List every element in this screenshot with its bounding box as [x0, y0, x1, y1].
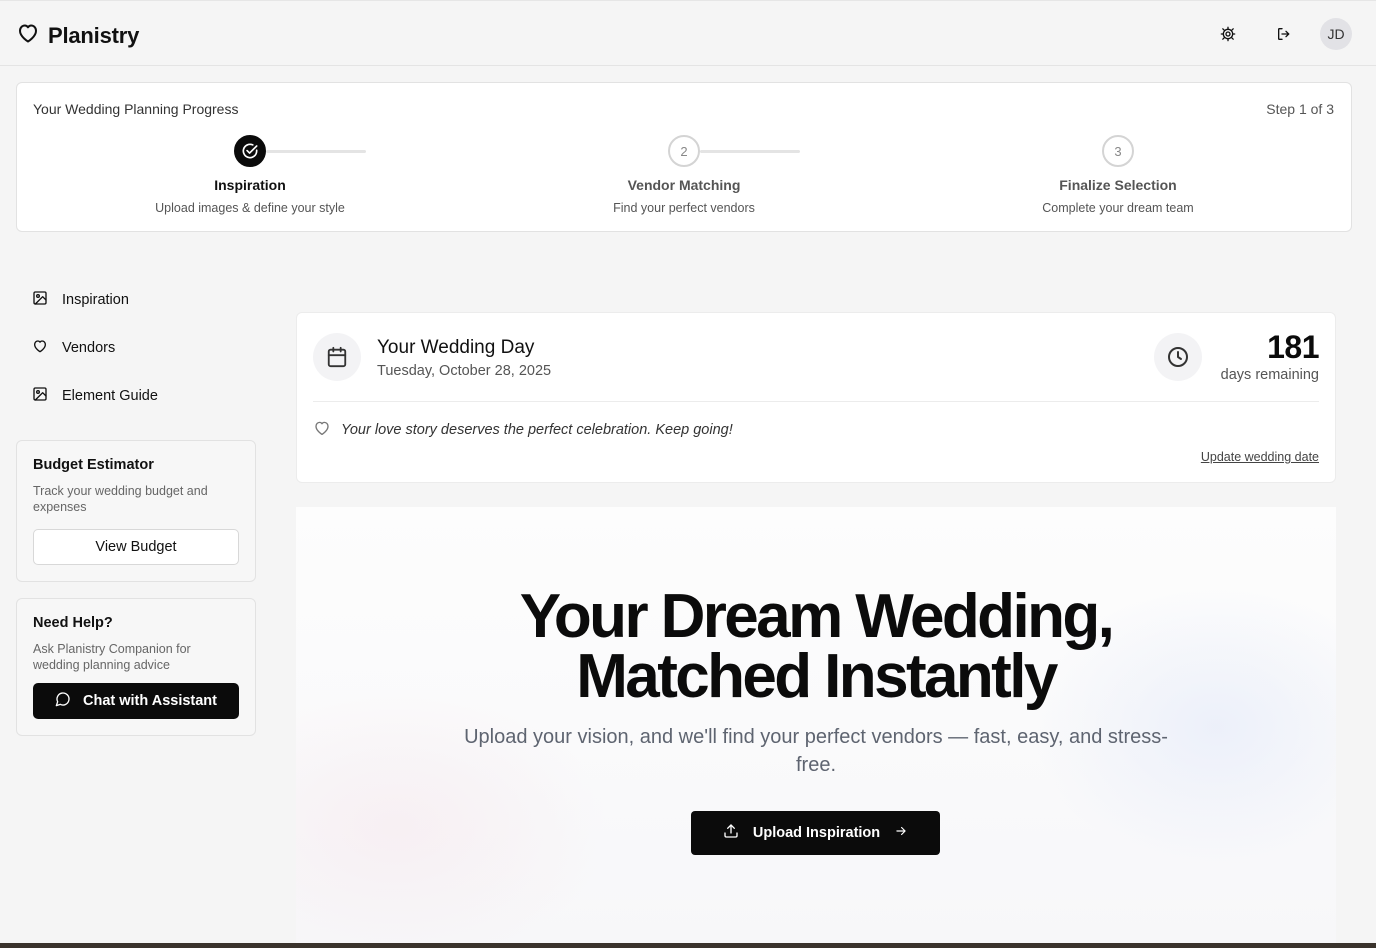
help-desc: Ask Planistry Companion for wedding plan… [33, 642, 191, 672]
budget-card: Budget Estimator Track your wedding budg… [16, 440, 256, 582]
step-number: 2 [668, 135, 700, 167]
arrow-right-icon [894, 824, 908, 842]
upload-icon [723, 823, 739, 843]
step-connector [266, 150, 366, 153]
hero-title-line: Matched Instantly [576, 642, 1058, 711]
step-title: Inspiration [214, 177, 286, 193]
check-circle-icon [234, 135, 266, 167]
sidebar-item-label: Inspiration [62, 292, 129, 308]
heart-icon [313, 419, 331, 441]
chat-assistant-button[interactable]: Chat with Assistant [33, 683, 239, 719]
image-icon [32, 290, 48, 310]
background-image-strip [0, 943, 1376, 948]
encouragement-message: Your love story deserves the perfect cel… [313, 419, 733, 441]
image-icon [32, 386, 48, 406]
progress-title: Your Wedding Planning Progress [33, 101, 239, 117]
days-remaining-count: 181 [1267, 329, 1319, 365]
avatar[interactable]: JD [1320, 18, 1352, 50]
sidebar-item-vendors[interactable]: Vendors [32, 338, 115, 358]
top-bar: Planistry JD [0, 0, 1376, 66]
calendar-icon [313, 333, 361, 381]
brand[interactable]: Planistry [16, 21, 139, 50]
sidebar-item-label: Element Guide [62, 388, 158, 404]
budget-title: Budget Estimator [33, 457, 154, 473]
logout-icon[interactable] [1270, 20, 1298, 48]
days-remaining-label: days remaining [1220, 367, 1319, 383]
view-budget-button[interactable]: View Budget [33, 529, 239, 565]
progress-step-count: Step 1 of 3 [1266, 101, 1334, 117]
sidebar-item-label: Vendors [62, 340, 116, 356]
heart-icon [32, 338, 48, 358]
hero-title: Your Dream Wedding, Matched Instantly [296, 582, 1336, 711]
step-number: 3 [1102, 135, 1134, 167]
update-wedding-date-link[interactable]: Update wedding date [1201, 450, 1319, 464]
upload-inspiration-button[interactable]: Upload Inspiration [691, 811, 940, 855]
settings-icon[interactable] [1214, 20, 1242, 48]
step-desc: Upload images & define your style [155, 201, 345, 215]
wedding-date: Tuesday, October 28, 2025 [377, 363, 552, 379]
step-desc: Complete your dream team [1042, 201, 1194, 215]
sidebar-item-element-guide[interactable]: Element Guide [32, 386, 158, 406]
chat-bubble-icon [55, 691, 71, 711]
encouragement-text: Your love story deserves the perfect cel… [341, 422, 733, 438]
step-connector [700, 150, 800, 153]
hero-title-line: Your Dream Wedding, [519, 582, 1115, 651]
upload-inspiration-label: Upload Inspiration [752, 825, 881, 841]
hero-subtitle: Upload your vision, and we'll find your … [464, 726, 1168, 776]
step-title: Finalize Selection [1059, 177, 1177, 193]
app-name: Planistry [48, 22, 140, 48]
divider [313, 401, 1319, 402]
chat-assistant-label: Chat with Assistant [82, 693, 217, 709]
wedding-date-card: Your Wedding Day Tuesday, October 28, 20… [296, 312, 1336, 483]
help-title: Need Help? [33, 615, 113, 631]
help-card: Need Help? Ask Planistry Companion for w… [16, 598, 256, 736]
heart-logo-icon [16, 21, 40, 50]
hero-section: Your Dream Wedding, Matched Instantly Up… [296, 507, 1336, 943]
step-desc: Find your perfect vendors [613, 201, 755, 215]
sidebar-item-inspiration[interactable]: Inspiration [32, 290, 129, 310]
budget-desc: Track your wedding budget and expenses [33, 484, 208, 514]
wedding-day-title: Your Wedding Day [377, 337, 535, 358]
progress-card: Your Wedding Planning Progress Step 1 of… [16, 82, 1352, 232]
step-title: Vendor Matching [627, 177, 741, 193]
clock-icon [1154, 333, 1202, 381]
